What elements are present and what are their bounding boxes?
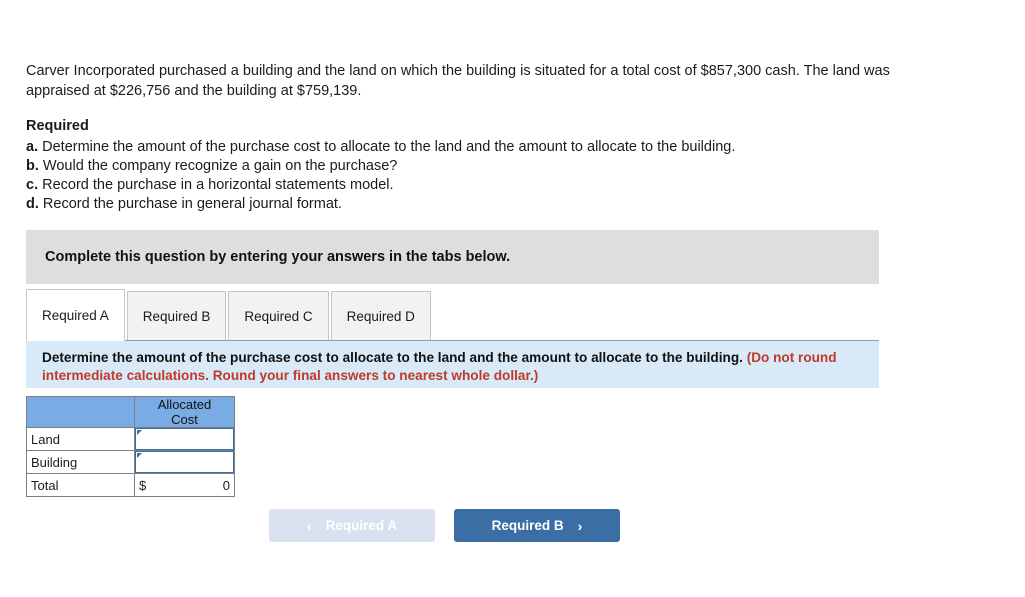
tab-strip: Required A Required B Required C Require… bbox=[26, 289, 879, 341]
header-allocated-cost: Allocated Cost bbox=[134, 396, 235, 428]
info-panel: Determine the amount of the purchase cos… bbox=[26, 340, 879, 388]
problem-statement: Carver Incorporated purchased a building… bbox=[26, 63, 890, 99]
next-required-b-button[interactable]: Required B › bbox=[454, 509, 620, 542]
header-blank-cell bbox=[26, 396, 135, 428]
required-item-d-text: Record the purchase in general journal f… bbox=[42, 196, 342, 212]
cell-flag-icon bbox=[137, 430, 142, 435]
info-panel-text: Determine the amount of the purchase cos… bbox=[42, 349, 863, 385]
required-heading: Required bbox=[26, 118, 89, 134]
required-item-d: d. Record the purchase in general journa… bbox=[26, 195, 886, 214]
prev-required-a-button[interactable]: ‹ Required A bbox=[269, 509, 435, 542]
header-allocated-line1: Allocated bbox=[157, 397, 212, 412]
required-item-c-letter: c. bbox=[26, 177, 39, 193]
input-cell-land[interactable] bbox=[134, 427, 235, 451]
table-row: Land bbox=[26, 427, 235, 451]
total-value-cell: $ 0 bbox=[134, 473, 235, 497]
required-item-b: b. Would the company recognize a gain on… bbox=[26, 157, 886, 176]
required-item-a: a. Determine the amount of the purchase … bbox=[26, 138, 886, 157]
prev-button-label: Required A bbox=[325, 518, 398, 533]
chevron-left-icon: ‹ bbox=[306, 517, 312, 534]
header-allocated-line2: Cost bbox=[171, 412, 198, 427]
instruction-bar-text: Complete this question by entering your … bbox=[45, 249, 511, 265]
question-page: Carver Incorporated purchased a building… bbox=[0, 0, 1025, 597]
required-item-a-letter: a. bbox=[26, 139, 39, 155]
input-cell-building[interactable] bbox=[134, 450, 235, 474]
required-item-b-letter: b. bbox=[26, 158, 39, 174]
required-section: Required a. Determine the amount of the … bbox=[26, 117, 886, 214]
tab-required-d-label: Required D bbox=[346, 308, 415, 324]
tab-required-d[interactable]: Required D bbox=[330, 291, 431, 341]
allocation-table: Allocated Cost Land Building Total $ 0 bbox=[26, 396, 235, 497]
required-item-d-letter: d. bbox=[26, 196, 39, 212]
required-item-a-text: Determine the amount of the purchase cos… bbox=[42, 139, 736, 155]
row-label-building: Building bbox=[26, 450, 135, 474]
total-value: 0 bbox=[222, 477, 230, 493]
cell-flag-icon bbox=[137, 453, 142, 458]
required-item-b-text: Would the company recognize a gain on th… bbox=[42, 158, 398, 174]
tab-required-b-label: Required B bbox=[142, 308, 211, 324]
row-label-total: Total bbox=[26, 473, 135, 497]
instruction-bar: Complete this question by entering your … bbox=[26, 230, 879, 284]
tab-required-c-label: Required C bbox=[244, 308, 313, 324]
tab-required-b[interactable]: Required B bbox=[126, 291, 227, 341]
tab-required-c[interactable]: Required C bbox=[228, 291, 329, 341]
next-button-label: Required B bbox=[491, 518, 564, 533]
row-label-land: Land bbox=[26, 427, 135, 451]
table-header-row: Allocated Cost bbox=[26, 396, 235, 428]
building-input[interactable] bbox=[135, 451, 234, 473]
required-item-c-text: Record the purchase in a horizontal stat… bbox=[42, 177, 394, 193]
table-row: Building bbox=[26, 450, 235, 474]
info-panel-main-text: Determine the amount of the purchase cos… bbox=[42, 350, 743, 365]
tab-required-a[interactable]: Required A bbox=[26, 289, 125, 341]
total-currency-symbol: $ bbox=[139, 477, 147, 493]
land-input[interactable] bbox=[135, 428, 234, 450]
required-item-c: c. Record the purchase in a horizontal s… bbox=[26, 176, 886, 195]
table-total-row: Total $ 0 bbox=[26, 473, 235, 497]
tab-required-a-label: Required A bbox=[42, 307, 109, 323]
chevron-right-icon: › bbox=[577, 517, 583, 534]
